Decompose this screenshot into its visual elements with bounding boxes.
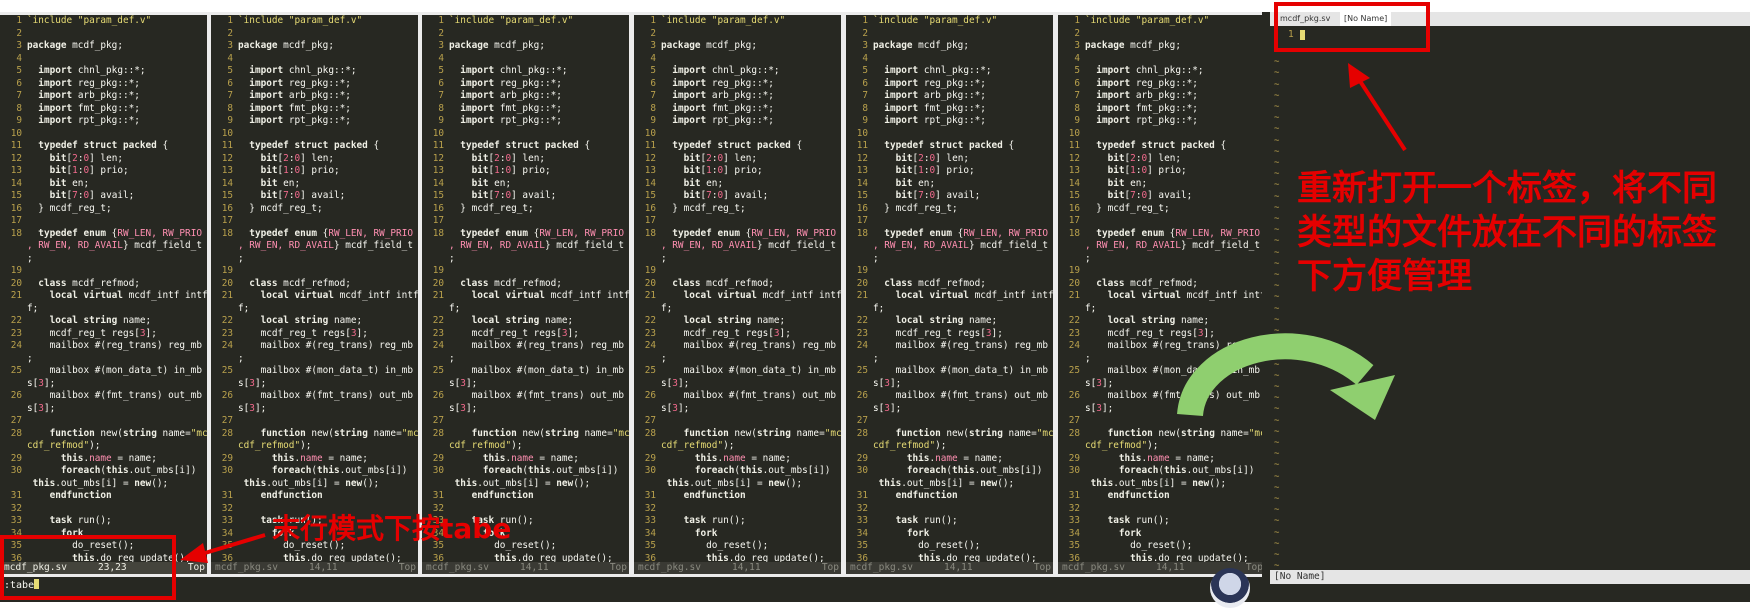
red-arrow-left-head	[180, 543, 208, 563]
red-arrow-up-line	[1356, 76, 1407, 152]
green-arrow-curve	[1177, 333, 1374, 418]
red-arrow-left-line	[204, 533, 266, 555]
avatar	[1210, 568, 1250, 608]
red-arrow-up-head	[1348, 63, 1370, 88]
annotation-arrows	[180, 63, 1407, 563]
green-arrow-head	[1330, 375, 1395, 420]
